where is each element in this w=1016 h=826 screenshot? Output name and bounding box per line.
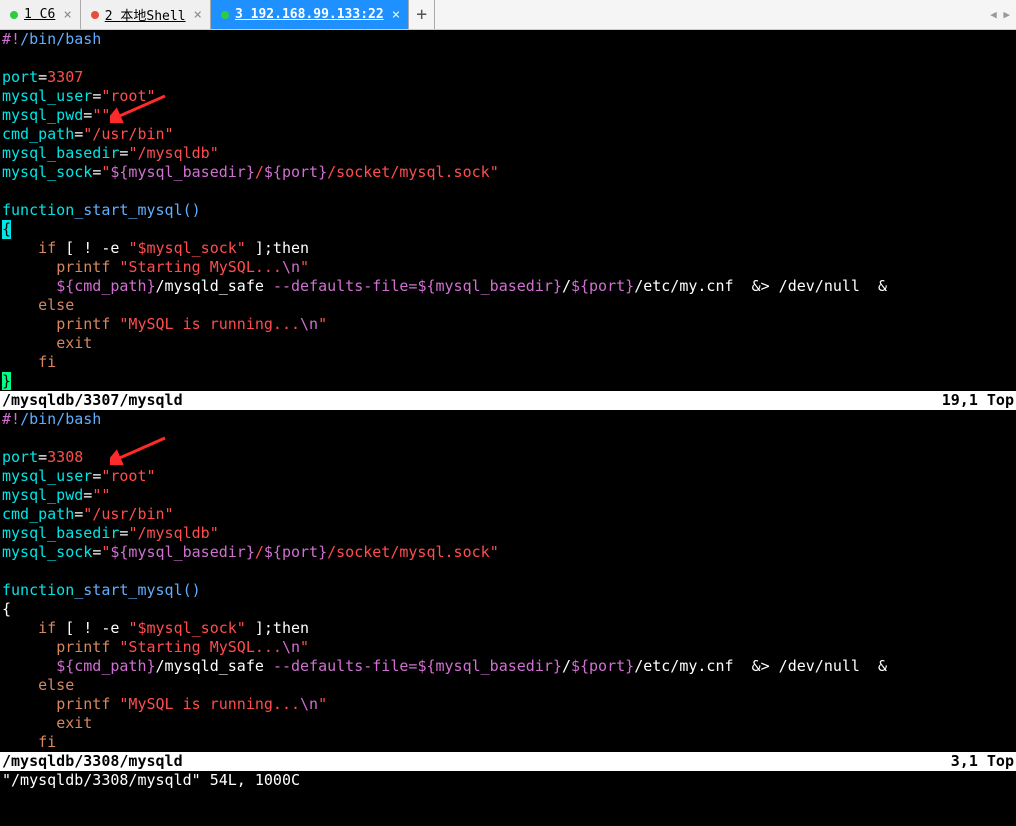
code-line: #!/bin/bash bbox=[0, 410, 1016, 429]
code-line: mysql_pwd="" bbox=[0, 106, 1016, 125]
code-line: port=3308 bbox=[0, 448, 1016, 467]
close-icon[interactable]: × bbox=[61, 7, 73, 23]
tab-2[interactable]: 2 本地Shell × bbox=[81, 0, 211, 29]
tab-label: 2 本地Shell bbox=[105, 5, 186, 24]
code-line: printf "MySQL is running...\n" bbox=[0, 315, 1016, 334]
editor-pane-2: #!/bin/bash port=3308 mysql_user="root" … bbox=[0, 410, 1016, 771]
code-line: exit bbox=[0, 714, 1016, 733]
code-line: } bbox=[0, 372, 1016, 391]
code-line: exit bbox=[0, 334, 1016, 353]
status-dot-icon bbox=[91, 11, 99, 19]
close-icon[interactable]: × bbox=[390, 7, 402, 23]
editor-pane-1: #!/bin/bash port=3307 mysql_user="root" … bbox=[0, 30, 1016, 410]
code-line bbox=[0, 49, 1016, 68]
code-line bbox=[0, 562, 1016, 581]
tab-3[interactable]: 3 192.168.99.133:22 × bbox=[211, 0, 409, 29]
code-line: cmd_path="/usr/bin" bbox=[0, 505, 1016, 524]
status-dot-icon bbox=[10, 11, 18, 19]
tab-label: 3 192.168.99.133:22 bbox=[235, 7, 384, 22]
status-dot-icon bbox=[221, 11, 229, 19]
code-line: mysql_sock="${mysql_basedir}/${port}/soc… bbox=[0, 543, 1016, 562]
code-line: mysql_user="root" bbox=[0, 87, 1016, 106]
code-line: ${cmd_path}/mysqld_safe --defaults-file=… bbox=[0, 657, 1016, 676]
code-line: function_start_mysql() bbox=[0, 201, 1016, 220]
code-line: printf "Starting MySQL...\n" bbox=[0, 258, 1016, 277]
code-line: function_start_mysql() bbox=[0, 581, 1016, 600]
tab-scroll-arrows[interactable]: ◀ ▶ bbox=[990, 0, 1010, 29]
code-line: printf "MySQL is running...\n" bbox=[0, 695, 1016, 714]
code-line: #!/bin/bash bbox=[0, 30, 1016, 49]
cursor: { bbox=[2, 220, 11, 239]
code-line: printf "Starting MySQL...\n" bbox=[0, 638, 1016, 657]
code-line: cmd_path="/usr/bin" bbox=[0, 125, 1016, 144]
code-line: mysql_sock="${mysql_basedir}/${port}/soc… bbox=[0, 163, 1016, 182]
code-line bbox=[0, 429, 1016, 448]
vim-status-bar: /mysqldb/3308/mysqld 3,1 Top bbox=[0, 752, 1016, 771]
code-line: mysql_basedir="/mysqldb" bbox=[0, 144, 1016, 163]
tab-bar: 1 C6 × 2 本地Shell × 3 192.168.99.133:22 ×… bbox=[0, 0, 1016, 30]
code-line: port=3307 bbox=[0, 68, 1016, 87]
code-line: ${cmd_path}/mysqld_safe --defaults-file=… bbox=[0, 277, 1016, 296]
status-right: 19,1 Top bbox=[942, 391, 1014, 410]
code-line bbox=[0, 182, 1016, 201]
vim-command-line[interactable]: "/mysqldb/3308/mysqld" 54L, 1000C bbox=[0, 771, 1016, 790]
terminal[interactable]: #!/bin/bash port=3307 mysql_user="root" … bbox=[0, 30, 1016, 826]
code-line: else bbox=[0, 296, 1016, 315]
close-icon[interactable]: × bbox=[192, 7, 204, 23]
code-line: { bbox=[0, 600, 1016, 619]
vim-status-bar: /mysqldb/3307/mysqld 19,1 Top bbox=[0, 391, 1016, 410]
code-line: else bbox=[0, 676, 1016, 695]
code-line: { bbox=[0, 220, 1016, 239]
status-filepath: /mysqldb/3307/mysqld bbox=[2, 391, 183, 410]
status-filepath: /mysqldb/3308/mysqld bbox=[2, 752, 183, 771]
code-line: fi bbox=[0, 733, 1016, 752]
code-line: if [ ! -e "$mysql_sock" ];then bbox=[0, 239, 1016, 258]
new-tab-button[interactable]: + bbox=[409, 0, 435, 29]
code-line: mysql_basedir="/mysqldb" bbox=[0, 524, 1016, 543]
code-line: mysql_pwd="" bbox=[0, 486, 1016, 505]
code-line: mysql_user="root" bbox=[0, 467, 1016, 486]
tab-1[interactable]: 1 C6 × bbox=[0, 0, 81, 29]
tab-label: 1 C6 bbox=[24, 7, 55, 22]
code-line: fi bbox=[0, 353, 1016, 372]
status-right: 3,1 Top bbox=[951, 752, 1014, 771]
code-line: if [ ! -e "$mysql_sock" ];then bbox=[0, 619, 1016, 638]
